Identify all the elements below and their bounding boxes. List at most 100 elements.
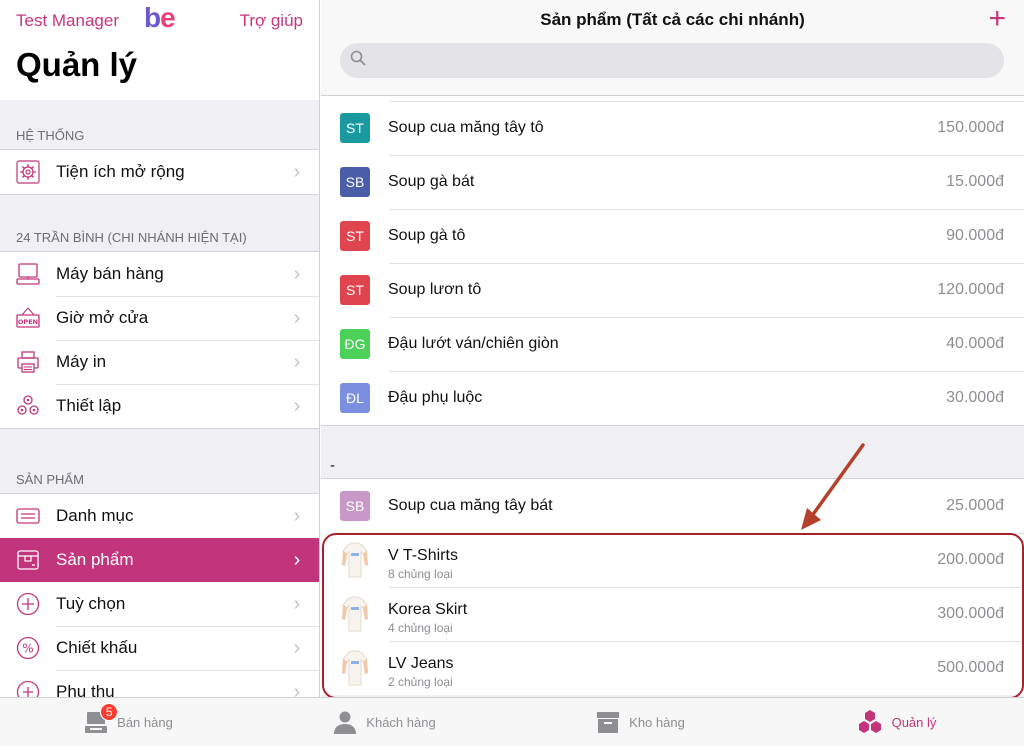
sidebar-item-label: Sản phẩm — [56, 550, 134, 569]
hexagons-icon — [856, 709, 884, 735]
app-name: Test Manager — [16, 11, 119, 30]
product-row[interactable]: ĐL Đậu phụ luộc 30.000đ — [321, 371, 1024, 425]
chevron-right-icon: › — [293, 636, 301, 659]
branch-group: Máy bán hàng › OPEN Giờ mở cửa › Máy in … — [0, 251, 319, 429]
plus-circle-icon — [16, 592, 40, 616]
sidebar-item-label: Thiết lập — [56, 396, 122, 415]
category-icon — [16, 504, 40, 528]
gears-icon — [16, 394, 40, 418]
product-name: Soup cua măng tây tô — [388, 119, 544, 136]
product-variant-count: 8 chủng loại — [388, 567, 453, 581]
product-name: V T-Shirts — [388, 547, 458, 564]
help-link[interactable]: Trợ giúp — [240, 11, 303, 31]
product-initials-avatar: SB — [340, 167, 370, 197]
tab-label: Quản lý — [891, 714, 937, 730]
tab-inventory[interactable]: Kho hàng — [512, 698, 768, 746]
product-variant-count: 2 chủng loại — [388, 675, 453, 689]
product-price: 15.000đ — [946, 173, 1004, 190]
product-row[interactable]: V T-Shirts 8 chủng loại 200.000đ — [321, 533, 1024, 587]
tshirt-thumbnail-icon — [340, 649, 370, 687]
sidebar-item-extensions[interactable]: Tiện ích mở rộng › — [0, 150, 319, 194]
tshirt-thumbnail-icon — [340, 541, 370, 579]
sidebar-item-pos-machine[interactable]: Máy bán hàng › — [0, 252, 319, 296]
sidebar-item-discounts[interactable]: % Chiết khấu › — [0, 626, 319, 670]
product-row[interactable]: SB Soup gà bát 15.000đ — [321, 155, 1024, 209]
chevron-right-icon: › — [293, 592, 301, 615]
printer-icon — [16, 350, 40, 374]
plus-circle-icon — [16, 680, 40, 697]
sidebar-item-surcharge[interactable]: Phụ thu › — [0, 670, 319, 697]
product-row[interactable]: ĐG Đậu lướt ván/chiên giòn 40.000đ — [321, 317, 1024, 371]
product-name: Soup lươn tô — [388, 281, 482, 298]
product-name: Korea Skirt — [388, 601, 468, 618]
sidebar-item-categories[interactable]: Danh mục › — [0, 494, 319, 538]
tab-management[interactable]: Quản lý — [768, 698, 1024, 746]
percent-circle-icon: % — [16, 636, 40, 660]
gear-icon — [16, 160, 40, 184]
product-row[interactable]: SB Soup cua măng tây bát 25.000đ — [321, 479, 1024, 533]
tshirt-thumbnail-icon — [340, 595, 370, 633]
page-title: Sản phẩm (Tất cả các chi nhánh) — [540, 10, 805, 29]
notification-badge: 5 — [100, 703, 119, 721]
product-price: 500.000đ — [937, 659, 1004, 676]
sidebar-item-opening-hours[interactable]: OPEN Giờ mở cửa › — [0, 296, 319, 340]
product-initials-avatar: ĐL — [340, 383, 370, 413]
product-price: 25.000đ — [946, 497, 1004, 514]
search-icon — [350, 50, 366, 71]
product-initials-avatar: ST — [340, 221, 370, 251]
products-group: Danh mục › Sản phẩm › Tuỳ chọn › % Chiết… — [0, 493, 319, 697]
sidebar-title: Quản lý — [16, 46, 138, 83]
product-price: 200.000đ — [937, 551, 1004, 568]
tab-bar: 5 Bán hàng Khách hàng Kho hàng Quản lý — [0, 697, 1024, 746]
sidebar-item-products[interactable]: Sản phẩm › — [0, 538, 319, 582]
tab-label: Khách hàng — [366, 714, 436, 730]
tab-label: Bán hàng — [117, 714, 173, 730]
sidebar-item-label: Máy in — [56, 352, 107, 371]
product-price: 300.000đ — [937, 605, 1004, 622]
chevron-right-icon: › — [293, 394, 301, 417]
sidebar-item-settings[interactable]: Thiết lập › — [0, 384, 319, 428]
tab-customers[interactable]: Khách hàng — [256, 698, 512, 746]
product-initials-avatar: ĐG — [340, 329, 370, 359]
sidebar-header: Test Manager be Trợ giúp Quản lý — [0, 0, 319, 100]
product-initials-avatar: ST — [340, 113, 370, 143]
chevron-right-icon: › — [293, 680, 301, 698]
sidebar-item-label: Giờ mở cửa — [56, 308, 149, 327]
product-name: Soup cua măng tây bát — [388, 497, 553, 514]
search-bar[interactable] — [340, 43, 1004, 78]
product-row[interactable]: ST Soup gà tô 90.000đ — [321, 209, 1024, 263]
sidebar-item-label: Phụ thu — [56, 682, 115, 697]
sidebar-item-label: Tuỳ chọn — [56, 594, 126, 613]
product-list-top: ST Soup cua măng tây tô 150.000đ SB Soup… — [321, 96, 1024, 425]
product-row[interactable]: Korea Skirt 4 chủng loại 300.000đ — [321, 587, 1024, 641]
plus-icon[interactable]: + — [988, 4, 1006, 34]
product-row[interactable]: ST Soup cua măng tây tô 150.000đ — [321, 101, 1024, 155]
search-input[interactable] — [372, 52, 961, 69]
product-price: 30.000đ — [946, 389, 1004, 406]
product-price: 120.000đ — [937, 281, 1004, 298]
tab-label: Kho hàng — [629, 714, 685, 730]
chevron-right-icon: › — [293, 262, 301, 285]
section-header-branch: 24 TRẦN BÌNH (CHI NHÁNH HIỆN TẠI) — [16, 230, 247, 245]
product-price: 40.000đ — [946, 335, 1004, 352]
product-initials-avatar: SB — [340, 491, 370, 521]
be-logo: be — [144, 2, 176, 33]
product-row[interactable]: ST Soup lươn tô 120.000đ — [321, 263, 1024, 317]
product-row[interactable]: LV Jeans 2 chủng loại 500.000đ — [321, 641, 1024, 695]
product-name: Đậu lướt ván/chiên giòn — [388, 335, 559, 352]
sidebar-item-printer[interactable]: Máy in › — [0, 340, 319, 384]
product-list-bottom: SB Soup cua măng tây bát 25.000đ V T-Shi… — [321, 479, 1024, 695]
product-box-icon — [16, 548, 40, 572]
chevron-right-icon: › — [293, 160, 301, 183]
open-sign-icon: OPEN — [16, 306, 40, 330]
chevron-right-icon: › — [293, 548, 301, 571]
main-panel: Sản phẩm (Tất cả các chi nhánh) + ST Sou… — [321, 0, 1024, 697]
chevron-right-icon: › — [293, 504, 301, 527]
sidebar-item-label: Tiện ích mở rộng — [56, 162, 185, 181]
sidebar-item-options[interactable]: Tuỳ chọn › — [0, 582, 319, 626]
pos-icon: 5 — [83, 703, 119, 735]
archive-box-icon — [595, 709, 621, 735]
section-header-products: SẢN PHẨM — [16, 472, 84, 487]
tab-sales[interactable]: 5 Bán hàng — [0, 698, 256, 746]
product-price: 90.000đ — [946, 227, 1004, 244]
